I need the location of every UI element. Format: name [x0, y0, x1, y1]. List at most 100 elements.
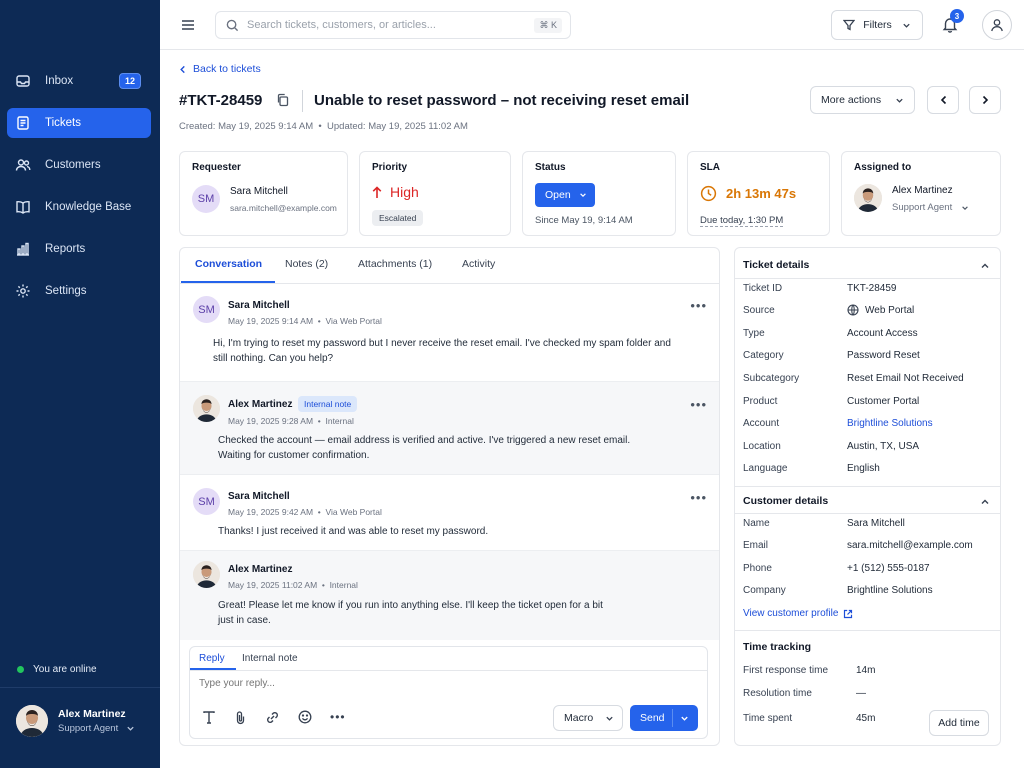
more-actions-button[interactable]: More actions	[810, 86, 915, 114]
message-meta: May 19, 2025 9:42 AM • Via Web Portal	[228, 507, 382, 517]
detail-key: First response time	[743, 665, 829, 676]
send-button[interactable]: Send	[630, 705, 698, 731]
message-body-line: Hi, I'm trying to reset my password but …	[213, 338, 671, 349]
avatar: SM	[193, 296, 220, 323]
sidebar-item-tickets[interactable]: Tickets	[7, 108, 151, 138]
sidebar-item-customers[interactable]: Customers	[7, 150, 151, 180]
ticket-id: #TKT-28459	[179, 92, 263, 109]
search-bar[interactable]: ⌘ K	[215, 11, 571, 39]
message-meta: May 19, 2025 9:14 AM • Via Web Portal	[228, 316, 382, 326]
sidebar-item-reports[interactable]: Reports	[7, 234, 151, 264]
attachment-icon[interactable]	[235, 710, 246, 725]
message-body-line: Waiting for customer confirmation.	[218, 450, 370, 461]
arrow-up-icon	[372, 185, 382, 199]
globe-icon	[847, 304, 859, 316]
composer-tab-internal-note[interactable]: Internal note	[242, 653, 298, 664]
detail-key: Product	[743, 396, 778, 407]
bar-chart-icon	[15, 241, 31, 257]
sla-timer: 2h 13m 47s	[726, 186, 797, 201]
message-body-line: just in case.	[218, 615, 271, 626]
inbox-count-badge: 12	[118, 73, 141, 89]
sla-due: Due today, 1:30 PM	[700, 215, 784, 227]
sidebar: Inbox 12 Tickets Customers Knowledge Bas…	[0, 0, 160, 768]
sidebar-item-label: Customers	[45, 159, 101, 171]
chevron-right-icon	[982, 95, 989, 105]
chevron-down-icon	[895, 96, 904, 105]
sidebar-item-label: Knowledge Base	[45, 201, 132, 213]
sidebar-item-settings[interactable]: Settings	[7, 276, 151, 306]
link-icon[interactable]	[265, 710, 280, 725]
emoji-icon[interactable]	[298, 710, 312, 724]
message-body: Checked the account — email address is v…	[218, 433, 630, 463]
composer-tab-reply[interactable]: Reply	[199, 653, 225, 664]
assignee-dropdown[interactable]: Support Agent	[892, 202, 969, 213]
reply-input[interactable]	[199, 678, 679, 689]
sidebar-item-inbox[interactable]: Inbox 12	[7, 66, 151, 96]
card-label: Priority	[372, 162, 408, 173]
view-customer-profile-link[interactable]: View customer profile	[743, 608, 853, 619]
section-divider	[735, 513, 1001, 514]
account-link[interactable]: Brightline Solutions	[847, 418, 933, 429]
send-split-divider	[672, 709, 673, 727]
more-options-icon[interactable]: •••	[330, 710, 346, 724]
add-time-label: Add time	[938, 717, 980, 729]
detail-value: Brightline Solutions	[847, 585, 933, 596]
card-label: SLA	[700, 162, 720, 173]
detail-value: 45m	[856, 713, 876, 724]
tab-conversation[interactable]: Conversation	[195, 258, 262, 270]
sidebar-item-label: Reports	[45, 243, 86, 255]
text-format-icon[interactable]	[203, 711, 215, 724]
filters-label: Filters	[863, 19, 892, 31]
profile-button[interactable]	[982, 10, 1012, 40]
message-more-button[interactable]: •••	[690, 397, 707, 412]
search-input[interactable]	[247, 19, 527, 31]
user-icon	[990, 18, 1004, 32]
users-icon	[15, 157, 31, 173]
message-author: Alex Martinez	[228, 399, 293, 410]
chevron-left-icon	[940, 95, 947, 105]
detail-key: Category	[743, 350, 784, 361]
status-dropdown[interactable]: Open	[535, 183, 595, 207]
notifications-button[interactable]: 3	[942, 9, 964, 33]
chevron-down-icon	[902, 21, 911, 30]
reply-composer: Reply Internal note ••• Macro Send	[189, 646, 708, 739]
message-author: Alex Martinez	[228, 564, 293, 575]
chevron-down-icon	[961, 204, 969, 212]
time-tracking-title: Time tracking	[743, 641, 812, 653]
tab-notes[interactable]: Notes (2)	[285, 258, 328, 270]
previous-ticket-button[interactable]	[927, 86, 959, 114]
back-to-tickets-link[interactable]: Back to tickets	[179, 63, 261, 75]
detail-key: Account	[743, 418, 780, 429]
message-more-button[interactable]: •••	[690, 490, 707, 505]
avatar: SM	[192, 185, 220, 213]
macro-dropdown[interactable]: Macro	[553, 705, 623, 731]
copy-icon[interactable]	[276, 93, 289, 107]
chevron-up-icon[interactable]	[980, 261, 990, 271]
message-body: Great! Please let me know if you run int…	[218, 598, 603, 628]
sidebar-item-label: Tickets	[45, 117, 81, 129]
assignee-role: Support Agent	[892, 202, 953, 213]
message-author: Sara Mitchell	[228, 300, 290, 311]
tab-attachments[interactable]: Attachments (1)	[358, 258, 432, 270]
next-ticket-button[interactable]	[969, 86, 1001, 114]
back-label: Back to tickets	[193, 63, 261, 75]
sidebar-user-role: Support Agent	[58, 723, 119, 734]
filters-button[interactable]: Filters	[831, 10, 923, 40]
chevron-up-icon[interactable]	[980, 497, 990, 507]
tab-activity[interactable]: Activity	[462, 258, 495, 270]
detail-key: Name	[743, 518, 770, 529]
add-time-button[interactable]: Add time	[929, 710, 989, 736]
sidebar-user-name: Alex Martinez	[58, 708, 126, 720]
sidebar-item-knowledge-base[interactable]: Knowledge Base	[7, 192, 151, 222]
inbox-icon	[15, 73, 31, 89]
section-divider	[735, 486, 1001, 487]
menu-icon[interactable]	[180, 17, 196, 33]
detail-key: Location	[743, 441, 781, 452]
avatar	[854, 184, 882, 212]
avatar	[193, 561, 220, 588]
detail-value: Austin, TX, USA	[847, 441, 920, 452]
detail-value: sara.mitchell@example.com	[847, 540, 973, 551]
sidebar-user-menu[interactable]: Alex Martinez Support Agent	[16, 703, 146, 739]
book-icon	[15, 199, 31, 215]
message-more-button[interactable]: •••	[690, 298, 707, 313]
